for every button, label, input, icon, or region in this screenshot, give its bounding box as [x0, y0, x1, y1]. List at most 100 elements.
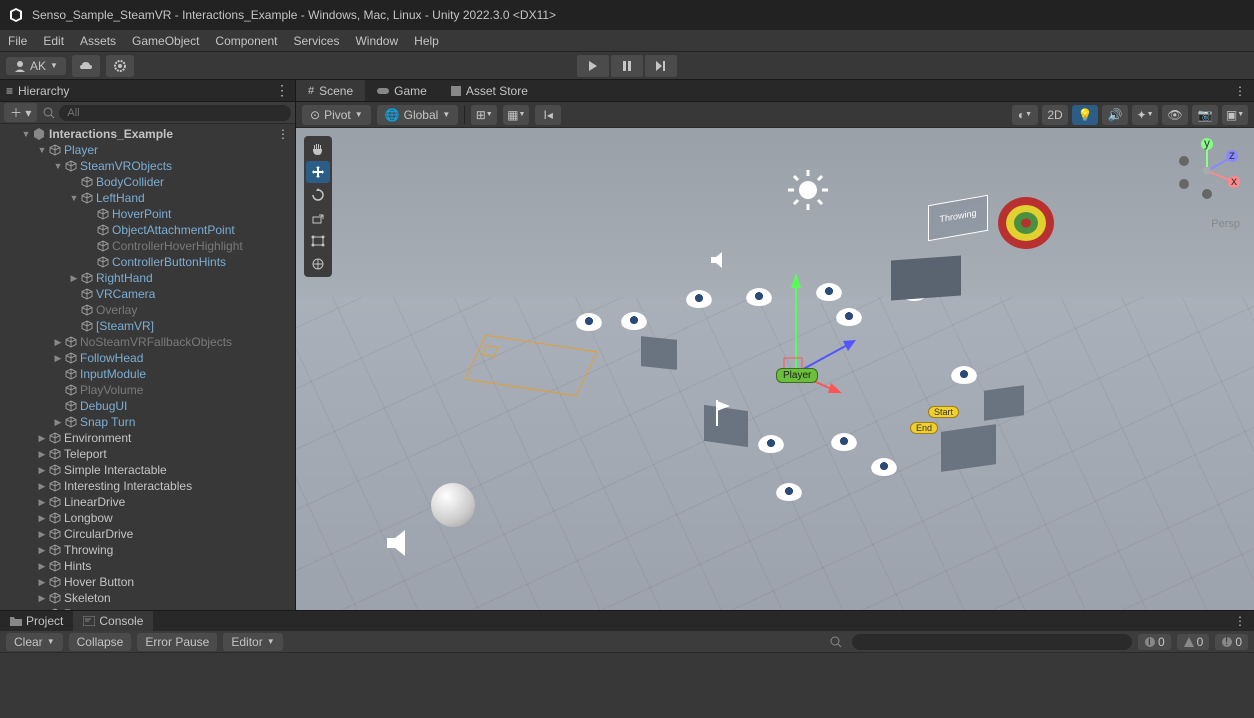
- scene-menu-icon[interactable]: ⋮: [277, 127, 289, 141]
- flag-gizmo[interactable]: [714, 398, 732, 428]
- info-count[interactable]: i0: [1138, 634, 1171, 650]
- tab-game[interactable]: Game: [365, 80, 439, 101]
- tree-row[interactable]: ▶Throwing: [0, 542, 295, 558]
- tree-row[interactable]: ▶RightHand: [0, 270, 295, 286]
- expand-arrow-icon[interactable]: ▼: [36, 145, 48, 155]
- tree-row[interactable]: InputModule: [0, 366, 295, 382]
- audio-source-gizmo[interactable]: [709, 251, 729, 269]
- tree-row[interactable]: PlayVolume: [0, 382, 295, 398]
- tree-row[interactable]: ▶Snap Turn: [0, 414, 295, 430]
- tree-row[interactable]: [SteamVR]: [0, 318, 295, 334]
- warning-count[interactable]: 0: [1177, 634, 1210, 650]
- editor-dropdown[interactable]: Editor▼: [223, 633, 282, 651]
- grid-snap-button[interactable]: ⊞▼: [471, 105, 497, 125]
- menu-gameobject[interactable]: GameObject: [132, 34, 199, 48]
- camera-gizmo[interactable]: [831, 433, 857, 451]
- settings-button[interactable]: [106, 55, 134, 77]
- tree-row[interactable]: ▼Player: [0, 142, 295, 158]
- camera-gizmo[interactable]: [816, 283, 842, 301]
- sphere-object[interactable]: [431, 483, 475, 527]
- end-label[interactable]: End: [910, 422, 938, 434]
- error-count[interactable]: !0: [1215, 634, 1248, 650]
- expand-arrow-icon[interactable]: ▶: [68, 273, 80, 284]
- rotate-tool[interactable]: [306, 184, 330, 206]
- hierarchy-tree[interactable]: ▼ Interactions_Example ⋮ ▼Player▼SteamVR…: [0, 124, 295, 610]
- console-body[interactable]: [0, 653, 1254, 718]
- cloud-button[interactable]: [72, 55, 100, 77]
- tree-row[interactable]: ObjectAttachmentPoint: [0, 222, 295, 238]
- tree-row[interactable]: ▶Interesting Interactables: [0, 478, 295, 494]
- pedestal[interactable]: [984, 385, 1024, 421]
- expand-arrow-icon[interactable]: ▶: [36, 609, 48, 611]
- expand-arrow-icon[interactable]: ▶: [36, 561, 48, 572]
- menu-services[interactable]: Services: [293, 34, 339, 48]
- start-label[interactable]: Start: [928, 406, 959, 418]
- tree-row[interactable]: BodyCollider: [0, 174, 295, 190]
- expand-arrow-icon[interactable]: ▶: [36, 481, 48, 492]
- tree-row[interactable]: HoverPoint: [0, 206, 295, 222]
- tree-row[interactable]: DebugUI: [0, 398, 295, 414]
- pause-button[interactable]: [611, 55, 643, 77]
- audio-toggle[interactable]: 🔊: [1102, 105, 1128, 125]
- persp-label[interactable]: Persp: [1211, 218, 1240, 230]
- camera-gizmo[interactable]: [576, 313, 602, 331]
- view-tool[interactable]: [306, 138, 330, 160]
- hierarchy-search-input[interactable]: [59, 105, 291, 121]
- pivot-toggle[interactable]: ⊙Pivot▼: [302, 105, 371, 125]
- expand-arrow-icon[interactable]: ▶: [52, 337, 64, 348]
- step-button[interactable]: [645, 55, 677, 77]
- expand-arrow-icon[interactable]: ▶: [36, 449, 48, 460]
- transform-tool[interactable]: [306, 253, 330, 275]
- tab-console[interactable]: Console: [73, 611, 153, 631]
- menu-assets[interactable]: Assets: [80, 34, 116, 48]
- player-gizmo-label[interactable]: Player: [776, 368, 818, 383]
- camera-gizmo[interactable]: [746, 288, 772, 306]
- create-dropdown[interactable]: ＋ ▾: [4, 103, 37, 122]
- table-object[interactable]: [891, 256, 961, 301]
- tree-row[interactable]: ControllerHoverHighlight: [0, 238, 295, 254]
- expand-arrow-icon[interactable]: ▶: [52, 417, 64, 428]
- tree-row[interactable]: ▶Skeleton: [0, 590, 295, 606]
- audio-source-gizmo[interactable]: [383, 528, 417, 558]
- menu-help[interactable]: Help: [414, 34, 439, 48]
- expand-arrow-icon[interactable]: ▼: [68, 193, 80, 203]
- snap-increment-button[interactable]: ▦▼: [503, 105, 529, 125]
- account-dropdown[interactable]: AK ▼: [6, 57, 66, 75]
- camera-gizmo[interactable]: [758, 435, 784, 453]
- hierarchy-tab[interactable]: ≡ Hierarchy ⋮: [0, 80, 295, 102]
- pedestal[interactable]: [641, 336, 677, 370]
- lighting-toggle[interactable]: 💡: [1072, 105, 1098, 125]
- camera-gizmo[interactable]: [871, 458, 897, 476]
- expand-arrow-icon[interactable]: ▶: [36, 513, 48, 524]
- tree-row[interactable]: ▼LeftHand: [0, 190, 295, 206]
- expand-arrow-icon[interactable]: ▶: [36, 497, 48, 508]
- panel-menu-icon[interactable]: ⋮: [1234, 614, 1246, 628]
- expand-arrow-icon[interactable]: ▶: [36, 577, 48, 588]
- tree-row[interactable]: ▶NoSteamVRFallbackObjects: [0, 334, 295, 350]
- tree-row[interactable]: VRCamera: [0, 286, 295, 302]
- camera-gizmo[interactable]: [776, 483, 802, 501]
- error-pause-toggle[interactable]: Error Pause: [137, 633, 217, 651]
- tree-row[interactable]: ▶Hover Button: [0, 574, 295, 590]
- console-search-input[interactable]: [852, 634, 1132, 650]
- expand-arrow-icon[interactable]: ▼: [52, 161, 64, 171]
- play-button[interactable]: [577, 55, 609, 77]
- gizmos-dropdown[interactable]: ▣▼: [1222, 105, 1248, 125]
- tree-row[interactable]: ▶FollowHead: [0, 350, 295, 366]
- camera-button[interactable]: 📷: [1192, 105, 1218, 125]
- tree-scene-root[interactable]: ▼ Interactions_Example ⋮: [0, 126, 295, 142]
- orientation-gizmo[interactable]: y x z: [1172, 136, 1242, 206]
- scene-viewport[interactable]: Player Start End Throwing: [296, 128, 1254, 610]
- tree-row[interactable]: ▶Longbow: [0, 510, 295, 526]
- collapse-toggle[interactable]: Collapse: [69, 633, 132, 651]
- panel-menu-icon[interactable]: ⋮: [275, 82, 289, 99]
- clear-button[interactable]: Clear▼: [6, 633, 63, 651]
- camera-gizmo[interactable]: [686, 290, 712, 308]
- fx-toggle[interactable]: ✦▼: [1132, 105, 1158, 125]
- tree-row[interactable]: ▶LinearDrive: [0, 494, 295, 510]
- tab-project[interactable]: Project: [0, 611, 73, 631]
- tree-row[interactable]: ▶Environment: [0, 430, 295, 446]
- draw-mode-button[interactable]: ◐▼: [1012, 105, 1038, 125]
- tree-row[interactable]: ▶Remotes: [0, 606, 295, 610]
- tree-row[interactable]: Overlay: [0, 302, 295, 318]
